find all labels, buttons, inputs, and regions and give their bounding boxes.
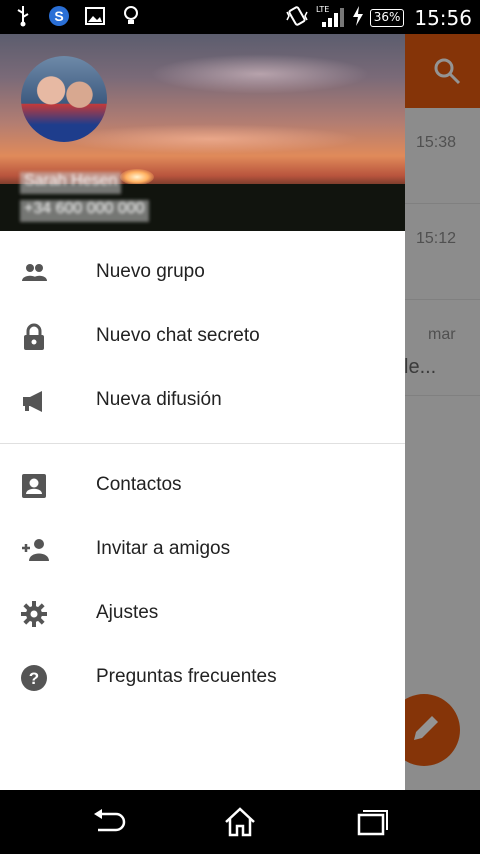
svg-text:S: S [54,8,63,24]
lock-icon [20,323,48,351]
menu-item-label: Nueva difusión [96,389,222,410]
vibrate-icon [284,5,310,31]
menu-item-new-broadcast[interactable]: Nueva difusión [0,369,405,433]
clock: 15:56 [414,6,472,30]
drawer-header: Sarah Hesen +34 600 000 000 [0,34,405,231]
menu-divider [0,443,405,444]
menu-item-new-group[interactable]: Nuevo grupo [0,241,405,305]
bulb-icon [120,5,142,27]
menu-item-label: Nuevo chat secreto [96,325,260,346]
navigation-drawer: Sarah Hesen +34 600 000 000 Nuevo grupo … [0,34,405,790]
avatar[interactable] [21,56,107,142]
signal-icon: LTE [316,4,346,32]
menu-item-new-secret-chat[interactable]: Nuevo chat secreto [0,305,405,369]
network-type: LTE [316,5,329,14]
menu-item-faq[interactable]: ? Preguntas frecuentes [0,646,405,710]
back-icon[interactable] [90,806,126,838]
person-add-icon [20,536,49,564]
user-phone: +34 600 000 000 [20,200,149,222]
menu-item-invite-friends[interactable]: Invitar a amigos [0,518,405,582]
user-name: Sarah Hesen [20,172,122,194]
home-icon[interactable] [222,806,258,838]
battery-level: 36% [369,9,405,27]
menu-item-label: Invitar a amigos [96,538,231,559]
svg-text:?: ? [29,669,39,688]
menu-item-contacts[interactable]: Contactos [0,454,405,518]
group-icon [20,259,48,287]
usb-icon [12,5,34,27]
status-bar: S LTE 36% 15:56 [0,0,480,34]
help-icon: ? [20,664,48,692]
contact-icon [20,472,48,500]
gear-icon [20,600,48,628]
megaphone-icon [20,387,48,415]
drawer-menu: Nuevo grupo Nuevo chat secreto Nueva dif… [0,231,405,710]
system-nav-bar [0,790,480,854]
charging-icon [352,6,364,30]
recents-icon[interactable] [354,806,390,838]
skype-icon: S [48,5,70,27]
menu-item-label: Contactos [96,474,182,495]
image-icon [84,5,106,27]
menu-item-label: Ajustes [96,602,159,623]
menu-item-label: Nuevo grupo [96,261,205,282]
menu-item-settings[interactable]: Ajustes [0,582,405,646]
menu-item-label: Preguntas frecuentes [96,666,277,687]
